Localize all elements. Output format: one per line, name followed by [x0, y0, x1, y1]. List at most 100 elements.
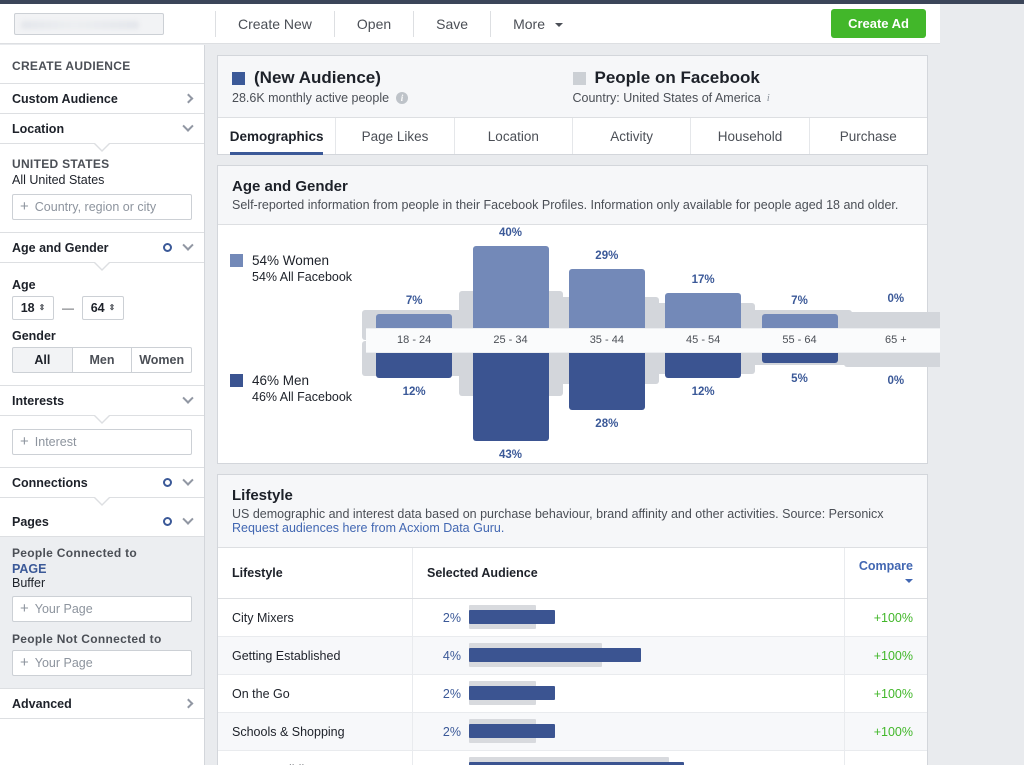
pages-connected-input[interactable]: + Your Page: [12, 596, 192, 622]
tab-demographics[interactable]: Demographics: [218, 118, 337, 155]
gear-icon[interactable]: [163, 243, 172, 252]
legend-men-sublabel: 46% All Facebook: [252, 390, 353, 404]
gender-option-men[interactable]: Men: [72, 347, 133, 373]
section-notch: [0, 414, 204, 425]
chevron-down-icon: [554, 22, 563, 27]
tab-label: Demographics: [229, 129, 324, 144]
sidebar-item-pages[interactable]: Pages: [0, 507, 204, 537]
people-on-facebook-subtitle: Country: United States of America: [572, 91, 761, 105]
lifestyle-bar-group: [468, 680, 830, 707]
toolbar-open-button[interactable]: Open: [335, 4, 413, 44]
age-min-select[interactable]: 18 ⇕: [12, 296, 54, 320]
info-icon[interactable]: i: [396, 92, 409, 104]
search-input[interactable]: [14, 12, 164, 35]
selected-audience-subtitle-row: 28.6K monthly active people i: [232, 91, 573, 105]
lifestyle-audience-bar: [468, 647, 641, 662]
audience-bar-women[interactable]: [472, 246, 549, 338]
audience-bar-men[interactable]: [568, 343, 645, 411]
info-icon[interactable]: i: [767, 92, 770, 104]
table-row[interactable]: Career Building5%+67%: [218, 750, 927, 765]
audience-header: (New Audience) 28.6K monthly active peop…: [218, 56, 927, 118]
sidebar-item-location[interactable]: Location: [0, 114, 204, 144]
selected-audience-swatch: [232, 71, 245, 85]
legend-women-swatch: [230, 254, 243, 267]
age-gender-panel: Age 18 ⇕ — 64 ⇕ Gender All Men Women: [0, 272, 204, 386]
stepper-icon: ⇕: [108, 303, 116, 312]
table-header-row: Lifestyle Selected Audience Compare: [218, 548, 927, 599]
lifestyle-percent-label: 4%: [442, 648, 461, 663]
age-gender-title: Age and Gender: [232, 178, 348, 195]
audience-bar-men[interactable]: [472, 343, 549, 442]
gear-icon[interactable]: [163, 478, 172, 487]
tab-location[interactable]: Location: [455, 118, 573, 154]
pages-page-link[interactable]: PAGE: [12, 562, 192, 576]
column-header-lifestyle: Lifestyle: [218, 548, 413, 599]
compare-value-cell: +100%: [844, 636, 927, 675]
pages-not-connected-input[interactable]: + Your Page: [12, 650, 192, 676]
sidebar-item-connections[interactable]: Connections: [0, 468, 204, 498]
pages-page-name: Buffer: [12, 576, 46, 590]
location-country-caption: UNITED STATES: [12, 157, 110, 171]
tab-page-likes[interactable]: Page Likes: [336, 118, 455, 154]
table-row[interactable]: City Mixers 2% +100%: [218, 598, 927, 637]
toolbar-more-label: More: [513, 15, 545, 32]
age-gender-card: Age and Gender Self-reported information…: [217, 165, 940, 464]
age-axis-label: 18 - 24: [397, 334, 432, 346]
toolbar: Create New Open Save More Create Ad: [0, 4, 940, 44]
table-row[interactable]: Getting Established 4% +100%: [218, 636, 927, 675]
chevron-down-icon: [182, 392, 194, 404]
tab-activity[interactable]: Activity: [573, 118, 692, 154]
lifestyle-name-cell: On the Go: [218, 674, 413, 713]
table-row[interactable]: On the Go 2% +100%: [218, 674, 927, 713]
gear-icon[interactable]: [163, 517, 172, 526]
legend-men-swatch: [230, 374, 243, 387]
acxiom-request-link[interactable]: Request audiences here from Acxiom Data …: [232, 521, 913, 535]
sidebar-item-advanced[interactable]: Advanced: [0, 689, 204, 719]
lifestyle-name-cell: Getting Established: [218, 636, 413, 675]
lifestyle-percent-label: 2%: [442, 724, 461, 739]
sidebar-item-label: Advanced: [12, 696, 72, 711]
location-input-placeholder: Country, region or city: [34, 200, 157, 214]
lifestyle-audience-bar: [468, 761, 684, 765]
toolbar-more-button[interactable]: More: [491, 4, 585, 44]
age-range-row: 18 ⇕ — 64 ⇕: [12, 296, 192, 320]
bar-value-label-women: 7%: [405, 294, 423, 307]
toolbar-create-new-label: Create New: [238, 15, 312, 32]
lifestyle-table: Lifestyle Selected Audience Compare City…: [218, 548, 927, 765]
bar-value-label-men: 12%: [691, 385, 715, 398]
sidebar-item-interests[interactable]: Interests: [0, 386, 204, 416]
people-on-facebook-title: People on Facebook: [594, 68, 760, 87]
lifestyle-name-cell: Schools & Shopping: [218, 712, 413, 751]
people-on-facebook-subtitle-row: Country: United States of America i: [573, 91, 914, 105]
interest-input[interactable]: + Interest: [12, 429, 192, 455]
lifestyle-name-cell: Career Building: [218, 750, 413, 765]
age-range-dash: —: [62, 301, 74, 315]
gender-option-women[interactable]: Women: [132, 347, 193, 373]
column-header-compare[interactable]: Compare: [844, 548, 927, 599]
chevron-down-icon: [905, 578, 913, 583]
chevron-down-icon: [182, 120, 194, 132]
tab-label: Household: [717, 129, 783, 144]
toolbar-save-button[interactable]: Save: [414, 4, 490, 44]
pages-not-connected-placeholder: Your Page: [34, 656, 93, 670]
create-ad-button[interactable]: Create Ad: [831, 9, 926, 38]
bar-value-label-women: 17%: [691, 274, 715, 287]
age-gender-card-header: Age and Gender Self-reported information…: [218, 166, 927, 225]
sidebar-item-age-and-gender[interactable]: Age and Gender: [0, 233, 204, 263]
gender-option-all[interactable]: All: [12, 347, 73, 373]
main-content: (New Audience) 28.6K monthly active peop…: [205, 45, 940, 765]
age-gender-description: Self-reported information from people in…: [232, 198, 899, 212]
bar-value-label-men: 43%: [498, 449, 522, 462]
location-input[interactable]: + Country, region or city: [12, 194, 192, 220]
bar-value-label-women: 0%: [887, 292, 905, 305]
toolbar-create-new-button[interactable]: Create New: [216, 4, 334, 44]
tab-household[interactable]: Household: [691, 118, 810, 154]
chevron-down-icon: [182, 513, 194, 525]
lifestyle-table-body: City Mixers 2% +100% Getting Established 4% +…: [218, 598, 927, 765]
sidebar-item-label: Location: [12, 121, 65, 136]
table-row[interactable]: Schools & Shopping 2% +100%: [218, 712, 927, 751]
lifestyle-audience-bar: [468, 609, 555, 624]
age-max-select[interactable]: 64 ⇕: [82, 296, 124, 320]
sidebar-item-custom-audience[interactable]: Custom Audience: [0, 84, 204, 114]
tab-purchase[interactable]: Purchase: [810, 118, 927, 154]
